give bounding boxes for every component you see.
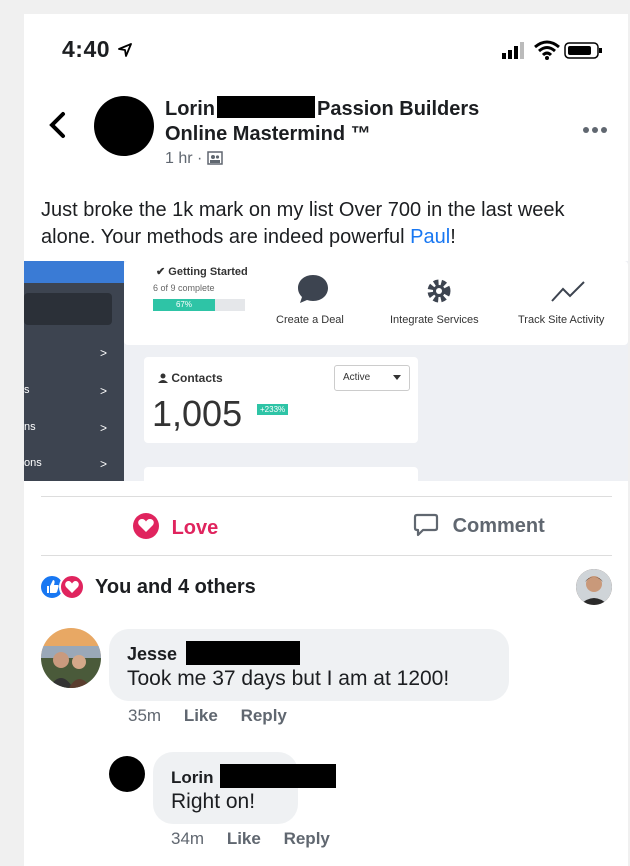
- more-options-button[interactable]: [582, 114, 608, 140]
- post-time: 1 hr: [165, 150, 193, 167]
- reply-like-button[interactable]: Like: [227, 829, 261, 848]
- reactor-avatar[interactable]: [576, 569, 612, 605]
- image-lower-card: [144, 467, 418, 481]
- reaction-icons[interactable]: [39, 574, 89, 600]
- poster-group: Passion Builders: [317, 98, 480, 120]
- comment-author-name: Jesse: [127, 644, 178, 664]
- image-sidebar: > s > ns > ons >: [24, 261, 124, 481]
- chevron-left-icon: [49, 112, 65, 138]
- comment-icon: [413, 513, 439, 537]
- comment-author[interactable]: Jesse: [127, 641, 301, 665]
- more-dots-icon: [583, 127, 607, 133]
- image-sidebar-label: ons: [24, 457, 42, 469]
- image-sidebar-arrow: >: [100, 457, 108, 471]
- status-time: 4:40: [62, 36, 133, 63]
- image-sidebar-label: ns: [24, 421, 36, 433]
- signal-icon: [502, 42, 524, 59]
- phone-screen: 4:40 Lorin Passion Builders Online Master…: [24, 14, 628, 866]
- battery-icon: [564, 42, 602, 59]
- comment-bubble[interactable]: Jesse Took me 37 days but I am at 1200!: [109, 629, 509, 701]
- image-create-deal: Create a Deal: [276, 314, 344, 326]
- image-growth-badge: +233%: [257, 404, 289, 415]
- post-text: Just broke the 1k mark on my list Over 7…: [41, 197, 621, 251]
- back-button[interactable]: [48, 111, 66, 143]
- love-reaction-icon: [133, 513, 159, 539]
- reply-text: Right on!: [171, 790, 256, 813]
- wifi-icon: [534, 40, 560, 60]
- reply-author[interactable]: Lorin: [171, 764, 337, 788]
- love-label: Love: [171, 517, 219, 539]
- post-text-end: !: [450, 226, 456, 248]
- comment-like-button[interactable]: Like: [184, 706, 218, 725]
- reply-avatar[interactable]: [109, 756, 145, 792]
- poster-first-name: Lorin: [165, 98, 215, 120]
- comment-meta: 35m Like Reply: [128, 706, 287, 726]
- gear-icon: [427, 279, 451, 303]
- mention-link[interactable]: Paul: [410, 226, 450, 248]
- commenter-avatar[interactable]: [41, 628, 101, 688]
- image-sidebar-search: [24, 293, 112, 325]
- image-sidebar-header: [24, 261, 124, 283]
- poster-group-line2: Online Mastermind ™: [165, 123, 371, 145]
- divider: [41, 496, 612, 497]
- location-arrow-icon: [118, 43, 132, 57]
- love-reaction-icon: [59, 574, 85, 600]
- comment-text: Took me 37 days but I am at 1200!: [127, 667, 450, 690]
- image-active-select: Active: [334, 365, 410, 391]
- image-sidebar-arrow: >: [100, 384, 108, 398]
- reply-meta: 34m Like Reply: [171, 829, 330, 849]
- comment-button[interactable]: Comment: [413, 512, 545, 538]
- divider: [41, 555, 612, 556]
- reply-author-name: Lorin: [171, 768, 214, 787]
- redaction-bar: [217, 96, 315, 118]
- poster-name[interactable]: Lorin Passion Builders Online Mastermind …: [165, 96, 545, 147]
- love-button[interactable]: Love: [132, 512, 218, 540]
- image-progress-text: 6 of 9 complete: [153, 283, 215, 293]
- comment-reply-button[interactable]: Reply: [241, 706, 287, 725]
- reply-reply-button[interactable]: Reply: [284, 829, 330, 848]
- image-contacts-count: 1,005: [152, 393, 243, 434]
- image-track-activity: Track Site Activity: [518, 314, 605, 326]
- redaction-bar: [186, 641, 301, 665]
- image-active-value: Active: [343, 372, 371, 383]
- comment-label: Comment: [452, 515, 545, 537]
- reply-time: 34m: [171, 829, 205, 848]
- image-getting-started: ✔ Getting Started: [156, 266, 248, 278]
- post-text-body: Just broke the 1k mark on my list Over 7…: [41, 199, 565, 248]
- commenter-photo: [41, 628, 101, 688]
- reactor-photo: [576, 569, 612, 605]
- image-contacts-label: Contacts: [171, 371, 223, 385]
- chat-bubble-icon: [298, 275, 328, 303]
- reply-bubble[interactable]: Lorin Right on!: [153, 752, 337, 824]
- group-members-icon: [207, 151, 223, 165]
- status-icons: [502, 40, 612, 60]
- caret-down-icon: [393, 375, 401, 380]
- post-image[interactable]: > s > ns > ons > ✔ Getting Started 6 of 9 c…: [24, 261, 628, 481]
- activity-line-icon: [551, 281, 585, 302]
- image-sidebar-label: s: [24, 384, 30, 396]
- image-integrate-services: Integrate Services: [390, 314, 479, 326]
- reaction-summary[interactable]: You and 4 others: [95, 576, 256, 599]
- person-icon: [158, 373, 168, 383]
- image-progress-fill: 67%: [153, 299, 215, 311]
- post-meta: 1 hr ·: [165, 150, 223, 168]
- comment-time: 35m: [128, 706, 162, 725]
- image-contacts-header: Contacts: [158, 371, 223, 385]
- poster-avatar[interactable]: [94, 96, 154, 156]
- status-time-text: 4:40: [62, 36, 111, 62]
- image-sidebar-arrow: >: [100, 421, 108, 435]
- redaction-bar: [220, 764, 337, 788]
- image-sidebar-arrow: >: [100, 346, 108, 360]
